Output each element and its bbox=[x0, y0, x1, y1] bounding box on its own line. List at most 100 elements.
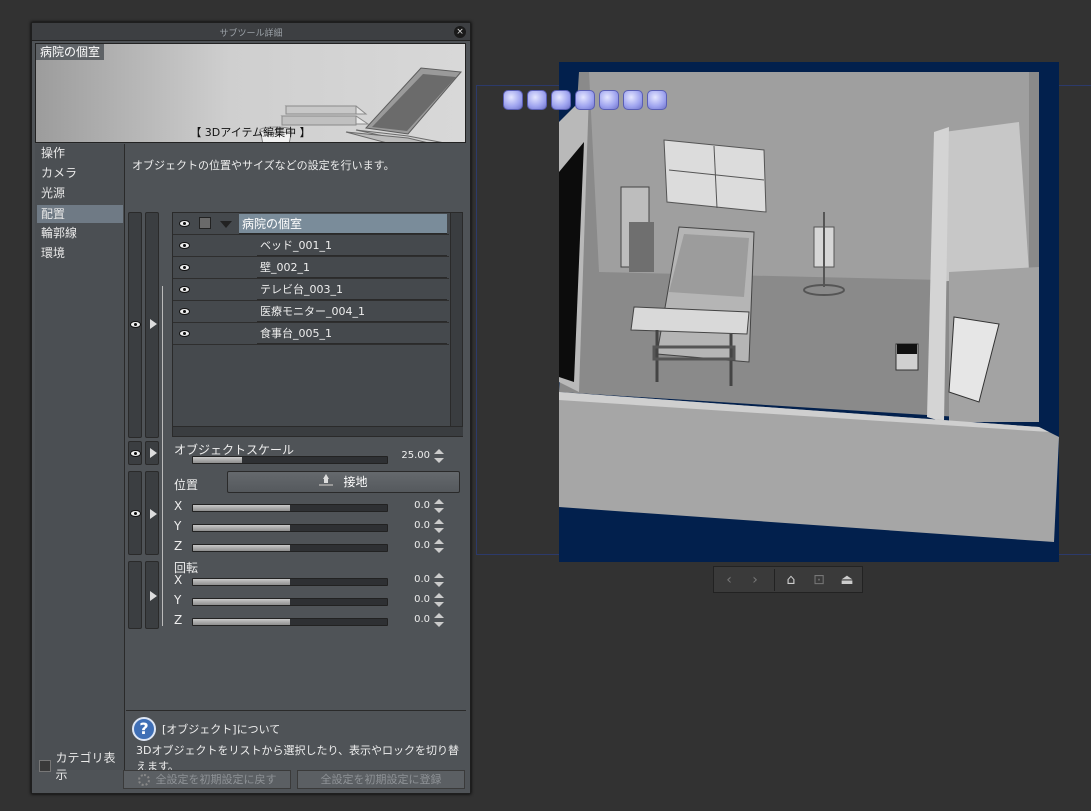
position-x-slider[interactable] bbox=[192, 504, 388, 512]
rotation-x-value[interactable]: 0.0 bbox=[390, 574, 430, 585]
help-question-icon: ? bbox=[132, 717, 156, 741]
slider-fill bbox=[193, 525, 290, 531]
eye-icon[interactable] bbox=[130, 510, 141, 517]
navbar-divider bbox=[774, 569, 775, 591]
object-label: 食事台_005_1 bbox=[257, 324, 447, 344]
object-row[interactable]: テレビ台_003_1 bbox=[173, 279, 449, 301]
move-on-plane-icon[interactable] bbox=[647, 90, 667, 110]
expand-arrow-icon[interactable] bbox=[150, 509, 157, 519]
category-item-operation[interactable]: 操作 bbox=[37, 144, 123, 162]
panel-title: サブツール詳細 bbox=[219, 29, 283, 39]
ground-button[interactable]: 接地 bbox=[227, 471, 460, 493]
position-x-label: X bbox=[174, 499, 183, 513]
scale-spinner[interactable] bbox=[434, 449, 444, 463]
list-visibility-column[interactable] bbox=[128, 212, 142, 438]
position-x-spinner[interactable] bbox=[434, 499, 444, 513]
eye-icon[interactable] bbox=[179, 330, 190, 337]
rotation-z-value[interactable]: 0.0 bbox=[390, 614, 430, 625]
rotation-z-slider[interactable] bbox=[192, 618, 388, 626]
category-item-environment[interactable]: 環境 bbox=[37, 244, 123, 262]
category-item-outline[interactable]: 輪郭線 bbox=[37, 224, 123, 242]
eye-icon[interactable] bbox=[179, 286, 190, 293]
position-expand-column[interactable] bbox=[145, 471, 159, 555]
eye-icon[interactable] bbox=[130, 321, 141, 328]
rotation-z-spinner[interactable] bbox=[434, 613, 444, 627]
next-object-button[interactable]: › bbox=[746, 571, 764, 589]
object-row[interactable]: 食事台_005_1 bbox=[173, 323, 449, 345]
rotation-y-slider[interactable] bbox=[192, 598, 388, 606]
position-y-spinner[interactable] bbox=[434, 519, 444, 533]
ground-button-label: 接地 bbox=[343, 475, 368, 489]
register-defaults-button[interactable]: 全設定を初期設定に登録 bbox=[297, 770, 465, 789]
collapse-arrow-icon[interactable] bbox=[220, 221, 232, 228]
scale-slider[interactable] bbox=[192, 456, 388, 464]
panel-titlebar[interactable]: サブツール詳細 × bbox=[32, 23, 470, 41]
eye-icon[interactable] bbox=[179, 308, 190, 315]
fit-view-icon[interactable]: ⊡ bbox=[810, 571, 828, 589]
zoom-camera-icon[interactable] bbox=[551, 90, 571, 110]
settings-main: オブジェクトの位置やサイズなどの設定を行います。 病院の個室 ベッド_001_1… bbox=[126, 144, 466, 773]
move-object-icon[interactable] bbox=[575, 90, 595, 110]
object-label: 医療モニター_004_1 bbox=[257, 302, 447, 322]
position-z-value[interactable]: 0.0 bbox=[390, 540, 430, 551]
position-z-slider[interactable] bbox=[192, 544, 388, 552]
position-y-label: Y bbox=[174, 519, 182, 533]
3d-room-render[interactable] bbox=[559, 62, 1059, 562]
eye-icon[interactable] bbox=[130, 450, 141, 457]
category-item-camera[interactable]: カメラ bbox=[37, 164, 123, 182]
rotate-camera-icon[interactable] bbox=[503, 90, 523, 110]
slider-fill bbox=[193, 579, 290, 585]
rotation-x-spinner[interactable] bbox=[434, 573, 444, 587]
rotate-object-icon[interactable] bbox=[599, 90, 619, 110]
rotation-y-spinner[interactable] bbox=[434, 593, 444, 607]
rotation-x-label: X bbox=[174, 573, 183, 587]
expand-arrow-icon[interactable] bbox=[150, 319, 157, 329]
banner-item-name: 病院の個室 bbox=[36, 44, 105, 60]
list-expand-column[interactable] bbox=[145, 212, 159, 438]
help-area: ? [オブジェクト]について 3Dオブジェクトをリストから選択したり、表示やロッ… bbox=[126, 710, 466, 773]
slider-fill bbox=[193, 505, 290, 511]
position-z-label: Z bbox=[174, 539, 183, 553]
pan-camera-icon[interactable] bbox=[527, 90, 547, 110]
category-item-light[interactable]: 光源 bbox=[37, 184, 123, 202]
position-x-value[interactable]: 0.0 bbox=[390, 500, 430, 511]
reset-defaults-button[interactable]: 全設定を初期設定に戻す bbox=[123, 770, 291, 789]
object-list[interactable]: 病院の個室 ベッド_001_1 壁_002_1 テレビ台_003_1 医療モニタ… bbox=[172, 212, 463, 437]
group-line bbox=[162, 286, 163, 626]
expand-arrow-icon[interactable] bbox=[150, 448, 157, 458]
eye-icon[interactable] bbox=[179, 264, 190, 271]
camera-angle-icon[interactable]: ⌂ bbox=[782, 571, 800, 589]
rotation-z-label: Z bbox=[174, 613, 183, 627]
object-row-root[interactable]: 病院の個室 bbox=[173, 213, 449, 235]
3d-canvas[interactable] bbox=[559, 62, 1059, 562]
ground-icon[interactable]: ⏏ bbox=[838, 571, 856, 589]
rotate-object-2-icon[interactable] bbox=[623, 90, 643, 110]
object-label: 病院の個室 bbox=[239, 214, 447, 234]
object-label: 壁_002_1 bbox=[257, 258, 447, 278]
object-list-hscrollbar[interactable] bbox=[173, 426, 463, 436]
object-row[interactable]: ベッド_001_1 bbox=[173, 235, 449, 257]
rotation-column[interactable] bbox=[128, 561, 142, 629]
position-label: 位置 bbox=[174, 478, 199, 492]
help-title: [オブジェクト]について bbox=[162, 723, 281, 736]
close-button[interactable]: × bbox=[454, 26, 466, 38]
scale-visibility-column[interactable] bbox=[128, 441, 142, 465]
object-row[interactable]: 医療モニター_004_1 bbox=[173, 301, 449, 323]
lock-checkbox[interactable] bbox=[199, 217, 211, 229]
object-row[interactable]: 壁_002_1 bbox=[173, 257, 449, 279]
position-z-spinner[interactable] bbox=[434, 539, 444, 553]
scale-value[interactable]: 25.00 bbox=[390, 450, 430, 461]
expand-arrow-icon[interactable] bbox=[150, 591, 157, 601]
scale-expand-column[interactable] bbox=[145, 441, 159, 465]
eye-icon[interactable] bbox=[179, 220, 190, 227]
position-y-value[interactable]: 0.0 bbox=[390, 520, 430, 531]
object-list-vscrollbar[interactable] bbox=[450, 213, 462, 436]
rotation-x-slider[interactable] bbox=[192, 578, 388, 586]
eye-icon[interactable] bbox=[179, 242, 190, 249]
position-y-slider[interactable] bbox=[192, 524, 388, 532]
prev-object-button[interactable]: ‹ bbox=[720, 571, 738, 589]
rotation-y-value[interactable]: 0.0 bbox=[390, 594, 430, 605]
category-item-placement[interactable]: 配置 bbox=[37, 205, 123, 223]
rotation-expand-column[interactable] bbox=[145, 561, 159, 629]
position-visibility-column[interactable] bbox=[128, 471, 142, 555]
